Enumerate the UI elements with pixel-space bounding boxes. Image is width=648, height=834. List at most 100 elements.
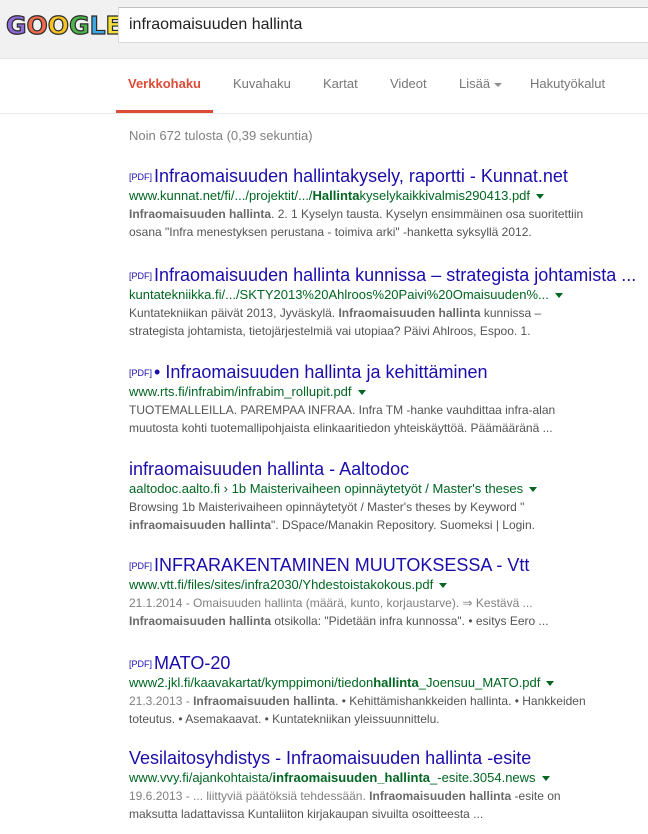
search-result: [PDF] Infraomaisuuden hallinta kunnissa –… — [129, 264, 648, 340]
tab-maps[interactable]: Kartat — [323, 59, 358, 113]
search-tabs: Verkkohaku Kuvahaku Kartat Videot Lisää … — [0, 59, 648, 114]
snippet-text: TUOTEMALLEILLA. PAREMPAA INFRAA. Infra T… — [129, 403, 556, 417]
search-input[interactable] — [119, 8, 629, 42]
url-part: kyselykaikkivalmis290413.pdf — [359, 188, 531, 203]
snippet-text: muutosta kohti tuotemallipohjaista elink… — [129, 421, 553, 435]
result-url: www.kunnat.net/fi/.../projektit/.../Hall… — [129, 187, 648, 205]
result-title-link[interactable]: [PDF] Infraomaisuuden hallintakysely, rap… — [129, 165, 648, 187]
result-url: www2.jkl.fi/kaavakartat/kymppimoni/tiedo… — [129, 674, 648, 692]
tab-maps-label: Kartat — [323, 76, 358, 91]
result-title: Infraomaisuuden hallintakysely, raportti… — [154, 166, 568, 186]
logo-letter: O — [26, 10, 48, 40]
result-snippet: Infraomaisuuden hallinta. 2. 1 Kyselyn t… — [129, 205, 648, 241]
tab-images[interactable]: Kuvahaku — [233, 59, 291, 113]
url-part: www.vvy.fi/ajankohtaista/ — [129, 770, 273, 785]
snippet-text: 21.3.2013 - — [129, 694, 194, 708]
url-dropdown-icon[interactable] — [529, 487, 538, 493]
google-logo[interactable]: G O O G L E — [5, 10, 123, 41]
snippet-highlight: Infraomaisuuden hallinta — [129, 614, 272, 628]
result-url: aaltodoc.aalto.fi › 1b Maisterivaiheen o… — [129, 480, 648, 498]
url-dropdown-icon[interactable] — [546, 681, 555, 687]
snippet-text: Browsing 1b Maisterivaiheen opinnäytetyö… — [129, 500, 525, 514]
result-title-link[interactable]: infraomaisuuden hallinta - Aaltodoc — [129, 458, 648, 480]
search-result: [PDF] Infraomaisuuden hallintakysely, rap… — [129, 165, 648, 241]
tab-web-label: Verkkohaku — [128, 76, 201, 91]
url-dropdown-icon[interactable] — [439, 583, 448, 589]
logo-letter: G — [68, 10, 90, 40]
result-title: • Infraomaisuuden hallinta ja kehittämin… — [154, 362, 488, 382]
search-box[interactable] — [118, 7, 648, 43]
pdf-badge: [PDF] — [129, 172, 153, 182]
result-title: infraomaisuuden hallinta - Aaltodoc — [129, 459, 410, 479]
snippet-highlight: Infraomaisuuden hallinta — [193, 694, 336, 708]
tab-videos[interactable]: Videot — [390, 59, 427, 113]
tab-search-tools[interactable]: Hakutyökalut — [530, 59, 605, 113]
pdf-badge: [PDF] — [129, 368, 153, 378]
result-url: www.rts.fi/infrabim/infrabim_rollupit.pd… — [129, 383, 648, 401]
url-part: _-esite.3054.news — [430, 770, 536, 785]
snippet-text: Kuntatekniikan päivät 2013, Jyväskylä. — [129, 306, 339, 320]
result-title-link[interactable]: [PDF] Infraomaisuuden hallinta kunnissa –… — [129, 264, 648, 286]
result-title-link[interactable]: [PDF] MATO-20 — [129, 652, 648, 674]
url-highlight: hallinta — [373, 675, 419, 690]
result-snippet: 19.6.2013 - ... liittyviä päätöksiä tehd… — [129, 787, 648, 823]
top-bar: G O O G L E — [0, 0, 648, 59]
result-title-link[interactable]: Vesilaitosyhdistys - Infraomaisuuden hal… — [129, 747, 648, 769]
url-dropdown-icon[interactable] — [536, 194, 545, 200]
snippet-text: -esite on — [511, 789, 561, 803]
result-title: MATO-20 — [154, 653, 231, 673]
url-part: kuntatekniikka.fi/.../SKTY2013%20Ahlroos… — [129, 287, 549, 302]
result-url: kuntatekniikka.fi/.../SKTY2013%20Ahlroos… — [129, 286, 648, 304]
url-dropdown-icon[interactable] — [541, 776, 550, 782]
result-title-link[interactable]: [PDF] INFRARAKENTAMINEN MUUTOKSESSA - Vtt — [129, 554, 648, 576]
result-snippet: Kuntatekniikan päivät 2013, Jyväskylä. I… — [129, 304, 648, 340]
tab-more[interactable]: Lisää — [459, 59, 503, 113]
tab-web[interactable]: Verkkohaku — [116, 59, 213, 113]
url-dropdown-icon[interactable] — [357, 390, 366, 396]
url-part: www2.jkl.fi/kaavakartat/kymppimoni/tiedo… — [129, 675, 374, 690]
result-title: INFRARAKENTAMINEN MUUTOKSESSA - Vtt — [154, 555, 530, 575]
url-dropdown-icon[interactable] — [554, 293, 563, 299]
url-part: www.vtt.fi/files/sites/infra2030/Yhdesto… — [129, 577, 434, 592]
snippet-text: 19.6.2013 - ... liittyviä päätöksiä tehd… — [129, 789, 370, 803]
snippet-text: . 2. 1 Kyselyn tausta. Kyselyn ensimmäin… — [271, 207, 584, 221]
result-snippet: TUOTEMALLEILLA. PAREMPAA INFRAA. Infra T… — [129, 401, 648, 437]
search-result: infraomaisuuden hallinta - Aaltodoc aalt… — [129, 458, 648, 534]
tab-images-label: Kuvahaku — [233, 76, 291, 91]
url-part: www.rts.fi/infrabim/infrabim_rollupit.pd… — [129, 384, 352, 399]
active-tab-indicator — [116, 110, 213, 113]
result-snippet: 21.3.2013 - Infraomaisuuden hallinta. • … — [129, 692, 648, 728]
pdf-badge: [PDF] — [129, 561, 153, 571]
pdf-badge: [PDF] — [129, 271, 153, 281]
tab-search-tools-label: Hakutyökalut — [530, 76, 606, 91]
search-result: [PDF] MATO-20 www2.jkl.fi/kaavakartat/kym… — [129, 652, 648, 728]
tab-videos-label: Videot — [390, 76, 427, 91]
result-title-link[interactable]: [PDF] • Infraomaisuuden hallinta ja kehit… — [129, 361, 648, 383]
snippet-highlight: Infraomaisuuden hallinta — [129, 207, 272, 221]
snippet-text: 21.1.2014 - Omaisuuden hallinta (määrä, … — [129, 596, 533, 610]
url-highlight: Hallinta — [312, 188, 360, 203]
chevron-down-icon — [494, 82, 503, 87]
result-title: Infraomaisuuden hallinta kunnissa – stra… — [154, 265, 637, 285]
snippet-highlight: infraomaisuuden hallinta — [129, 518, 272, 532]
snippet-text: strategista johtamista, tietojärjestelmi… — [129, 324, 531, 338]
snippet-highlight: Infraomaisuuden hallinta — [369, 789, 512, 803]
pdf-badge: [PDF] — [129, 659, 153, 669]
result-stats: Noin 672 tulosta (0,39 sekuntia) — [129, 128, 313, 143]
logo-letter: L — [89, 10, 106, 40]
logo-letter: O — [47, 10, 70, 40]
url-highlight: infraomaisuuden_hallinta — [272, 770, 431, 785]
url-part: aaltodoc.aalto.fi › 1b Maisterivaiheen o… — [129, 481, 524, 496]
snippet-text: kunnissa – — [480, 306, 542, 320]
url-part: www.kunnat.net/fi/.../projektit/.../ — [129, 188, 313, 203]
snippet-text: toteutus. • Asemakaavat. • Kuntatekniika… — [129, 712, 440, 726]
logo-letter: G — [5, 10, 27, 40]
result-title: Vesilaitosyhdistys - Infraomaisuuden hal… — [129, 748, 532, 768]
snippet-text: otsikolla: "Pidetään infra kunnossa". • … — [271, 614, 549, 628]
search-result: [PDF] • Infraomaisuuden hallinta ja kehit… — [129, 361, 648, 437]
result-snippet: Browsing 1b Maisterivaiheen opinnäytetyö… — [129, 498, 648, 534]
snippet-highlight: Infraomaisuuden hallinta — [338, 306, 481, 320]
snippet-text: osana "Infra menestyksen perustana - toi… — [129, 225, 532, 239]
tab-more-label: Lisää — [459, 76, 491, 91]
result-url: www.vvy.fi/ajankohtaista/infraomaisuuden… — [129, 769, 648, 787]
